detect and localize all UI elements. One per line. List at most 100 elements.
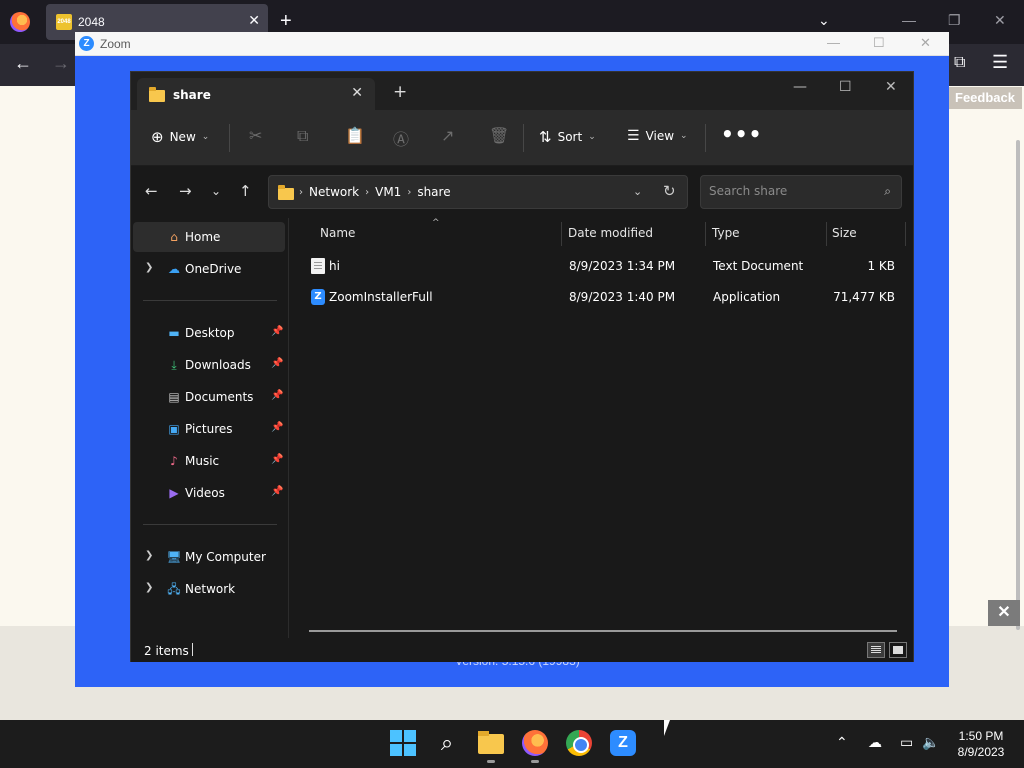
recent-locations-chevron-icon[interactable]: ⌄ xyxy=(211,184,221,198)
sort-button[interactable]: ⇅ Sort ⌄ xyxy=(539,128,596,146)
nav-item-music[interactable]: ♪ Music 📌 xyxy=(133,446,285,476)
up-arrow-icon[interactable]: ↑ xyxy=(239,182,252,200)
search-icon[interactable]: ⌕ xyxy=(434,730,460,756)
column-header-date-modified[interactable]: Date modified xyxy=(568,226,653,240)
delete-icon[interactable]: 🗑 xyxy=(489,126,509,145)
horizontal-scrollbar[interactable] xyxy=(309,630,897,632)
column-header-type[interactable]: Type xyxy=(712,226,740,240)
nav-item-desktop[interactable]: ▬ Desktop 📌 xyxy=(133,318,285,348)
file-row-hi[interactable]: hi 8/9/2023 1:34 PM Text Document 1 KB xyxy=(305,252,905,280)
new-tab-icon[interactable]: + xyxy=(393,82,407,102)
file-explorer-icon[interactable] xyxy=(478,731,504,763)
nav-item-documents[interactable]: ▤ Documents 📌 xyxy=(133,382,285,412)
close-tab-icon[interactable]: ✕ xyxy=(248,12,260,29)
column-divider[interactable] xyxy=(705,222,706,246)
firefox-icon[interactable] xyxy=(522,730,548,763)
firefox-icon[interactable] xyxy=(10,12,30,32)
breadcrumb-vm1[interactable]: VM1 xyxy=(375,185,401,199)
folder-icon xyxy=(278,185,294,200)
minimize-icon[interactable]: — xyxy=(793,79,807,95)
column-header-name[interactable]: Name xyxy=(320,226,355,240)
cloud-icon: ☁ xyxy=(168,262,180,276)
file-date: 8/9/2023 1:40 PM xyxy=(569,290,676,304)
zoom-maximize-icon[interactable]: ☐ xyxy=(873,35,885,51)
address-dropdown-chevron-icon[interactable]: ⌄ xyxy=(633,185,642,198)
share-icon[interactable]: ↗ xyxy=(441,126,454,145)
column-header-size[interactable]: Size xyxy=(832,226,857,240)
column-divider[interactable] xyxy=(561,222,562,246)
nav-item-home[interactable]: ⌂ Home xyxy=(133,222,285,252)
breadcrumb-separator-icon: › xyxy=(407,186,412,198)
sort-arrows-icon: ⇅ xyxy=(539,128,552,146)
nav-label: Network xyxy=(185,582,236,596)
back-arrow-icon[interactable]: ← xyxy=(145,182,158,200)
file-size: 1 KB xyxy=(867,259,895,273)
pin-icon: 📌 xyxy=(271,422,284,433)
zoom-taskbar-icon[interactable]: Z xyxy=(610,730,636,756)
toolbar-divider xyxy=(705,124,706,152)
zoom-close-icon[interactable]: ✕ xyxy=(920,35,931,51)
browser-tab-title: 2048 xyxy=(78,15,105,29)
hamburger-menu-icon[interactable]: ☰ xyxy=(992,52,1008,73)
expand-chevron-icon[interactable]: ❯ xyxy=(145,582,153,593)
nav-item-downloads[interactable]: ⤓ Downloads 📌 xyxy=(133,350,285,380)
pin-icon: 📌 xyxy=(271,358,284,369)
expand-chevron-icon[interactable]: ❯ xyxy=(145,262,153,273)
cloud-offline-icon[interactable]: ☁ xyxy=(868,734,882,751)
explorer-tab-share[interactable]: share ✕ xyxy=(137,78,375,110)
minimize-icon[interactable]: — xyxy=(902,12,916,28)
refresh-icon[interactable]: ↻ xyxy=(663,182,676,200)
close-window-icon[interactable]: ✕ xyxy=(994,12,1006,29)
more-options-icon[interactable]: ••• xyxy=(721,122,762,146)
search-box[interactable]: ⌕ xyxy=(700,175,902,209)
nav-item-my-computer[interactable]: ❯ 🖥 My Computer xyxy=(133,542,285,572)
restore-icon[interactable]: ❐ xyxy=(948,12,961,29)
nav-label: OneDrive xyxy=(185,262,242,276)
search-icon[interactable]: ⌕ xyxy=(884,184,891,199)
file-row-zoominstallerfull[interactable]: Z ZoomInstallerFull 8/9/2023 1:40 PM App… xyxy=(305,283,905,311)
extensions-icon[interactable]: ⧉ xyxy=(954,54,965,72)
back-arrow-icon[interactable]: ← xyxy=(14,53,32,74)
tab-list-chevron-icon[interactable]: ⌄ xyxy=(818,12,830,29)
breadcrumb-network[interactable]: Network xyxy=(309,185,359,199)
forward-arrow-icon[interactable]: → xyxy=(52,53,70,74)
zoom-minimize-icon[interactable]: — xyxy=(827,35,840,50)
taskbar: ⌕ Z ⌃ ☁ ▭ 🔈 1:50 PM 8/9/2023 xyxy=(0,720,1024,768)
navigation-pane: ⌂ Home ❯ ☁ OneDrive ▬ Desktop 📌 ⤓ Downlo… xyxy=(131,218,289,638)
clock[interactable]: 1:50 PM 8/9/2023 xyxy=(946,728,1016,760)
nav-item-videos[interactable]: ▶ Videos 📌 xyxy=(133,478,285,508)
zoom-title-bar: Z Zoom — ☐ ✕ xyxy=(75,32,949,56)
nav-item-network[interactable]: ❯ 🖧 Network xyxy=(133,574,285,604)
new-button[interactable]: ⊕ New ⌄ xyxy=(151,128,209,146)
copy-icon[interactable]: ⧉ xyxy=(297,126,308,146)
close-window-icon[interactable]: ✕ xyxy=(885,79,897,95)
paste-icon[interactable]: 📋 xyxy=(345,126,365,145)
show-hidden-icons-chevron-icon[interactable]: ⌃ xyxy=(836,734,848,751)
close-tab-icon[interactable]: ✕ xyxy=(351,85,363,101)
breadcrumb-share[interactable]: share xyxy=(417,185,450,199)
address-bar[interactable]: › Network › VM1 › share ⌄ ↻ xyxy=(268,175,688,209)
column-divider[interactable] xyxy=(826,222,827,246)
new-tab-icon[interactable]: + xyxy=(280,10,292,33)
search-input[interactable] xyxy=(709,184,869,198)
toolbar-divider xyxy=(229,124,230,152)
chrome-icon[interactable] xyxy=(566,730,592,756)
volume-icon[interactable]: 🔈 xyxy=(922,734,939,751)
nav-item-onedrive[interactable]: ❯ ☁ OneDrive xyxy=(133,254,285,284)
toolbar-divider xyxy=(523,124,524,152)
network-status-icon[interactable]: ▭ xyxy=(900,734,913,751)
details-view-icon[interactable] xyxy=(867,642,885,658)
feedback-button[interactable]: Feedback xyxy=(948,87,1022,109)
tiles-view-icon[interactable] xyxy=(889,642,907,658)
view-button[interactable]: ☰ View ⌄ xyxy=(627,128,688,144)
forward-arrow-icon[interactable]: → xyxy=(179,182,192,200)
cut-icon[interactable]: ✂ xyxy=(249,126,262,145)
rename-icon[interactable]: Ⓐ xyxy=(393,126,409,150)
page-scrollbar[interactable] xyxy=(1016,140,1020,630)
windows-start-icon[interactable] xyxy=(390,730,416,756)
expand-chevron-icon[interactable]: ❯ xyxy=(145,550,153,561)
maximize-icon[interactable]: ☐ xyxy=(839,79,852,95)
page-close-icon[interactable]: ✕ xyxy=(988,600,1020,626)
column-divider[interactable] xyxy=(905,222,906,246)
nav-item-pictures[interactable]: ▣ Pictures 📌 xyxy=(133,414,285,444)
